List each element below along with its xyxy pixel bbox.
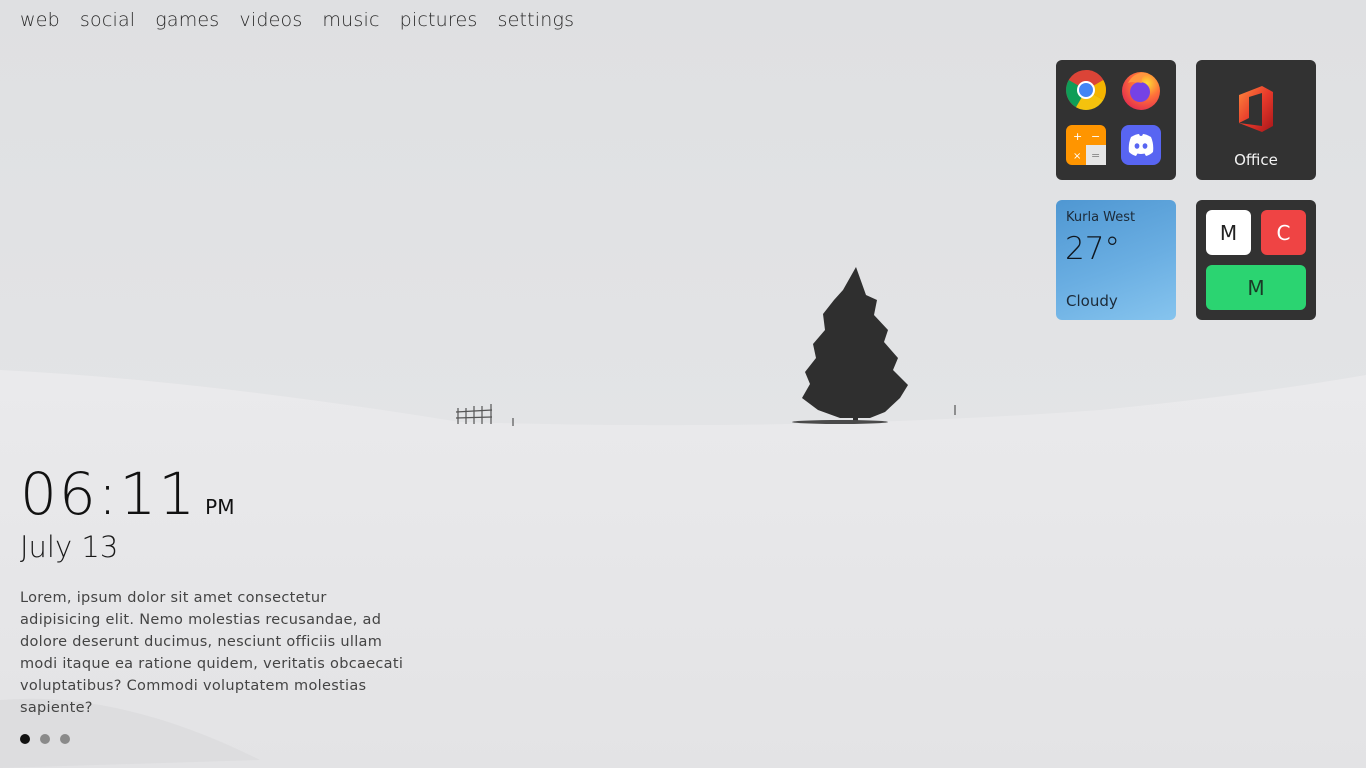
svg-text:×: × [1073, 151, 1081, 162]
letters-tile: M C M [1196, 200, 1316, 320]
nav-videos[interactable]: videos [239, 9, 302, 31]
shortcut-c-button[interactable]: C [1261, 210, 1306, 255]
calculator-icon[interactable]: + − × = [1065, 124, 1107, 166]
office-tile[interactable]: Office [1196, 60, 1316, 180]
apps-tile: + − × = [1056, 60, 1176, 180]
weather-condition: Cloudy [1066, 292, 1118, 310]
page-dot-3[interactable] [60, 734, 70, 744]
weather-location: Kurla West [1066, 210, 1136, 225]
page-dot-1[interactable] [20, 734, 30, 744]
nav-games[interactable]: games [155, 9, 219, 31]
page-dot-2[interactable] [40, 734, 50, 744]
nav-social[interactable]: social [80, 9, 135, 31]
date: July 13 [20, 530, 119, 564]
nav-web[interactable]: web [20, 9, 60, 31]
office-icon [1239, 86, 1273, 132]
svg-text:=: = [1091, 149, 1100, 162]
nav-music[interactable]: music [322, 9, 379, 31]
weather-tile[interactable]: Kurla West 27° Cloudy [1056, 200, 1176, 320]
shortcut-m-button[interactable]: M [1206, 210, 1251, 255]
discord-icon[interactable] [1120, 124, 1162, 166]
pagination-dots [20, 734, 70, 744]
nav-pictures[interactable]: pictures [400, 9, 478, 31]
office-label: Office [1234, 151, 1278, 169]
description-text: Lorem, ipsum dolor sit amet consectetur … [20, 590, 404, 716]
clock-time: 06:11 [20, 460, 198, 528]
chrome-icon[interactable] [1065, 69, 1107, 111]
top-nav: web social games videos music pictures s… [20, 9, 594, 31]
weather-temperature: 27° [1065, 231, 1120, 267]
svg-text:−: − [1091, 130, 1100, 143]
svg-text:+: + [1073, 130, 1082, 143]
firefox-icon[interactable] [1120, 69, 1162, 111]
shortcut-m-wide-button[interactable]: M [1206, 265, 1306, 310]
nav-settings[interactable]: settings [497, 9, 574, 31]
clock-ampm: PM [205, 495, 235, 519]
clock: 06:11 PM [20, 460, 234, 528]
